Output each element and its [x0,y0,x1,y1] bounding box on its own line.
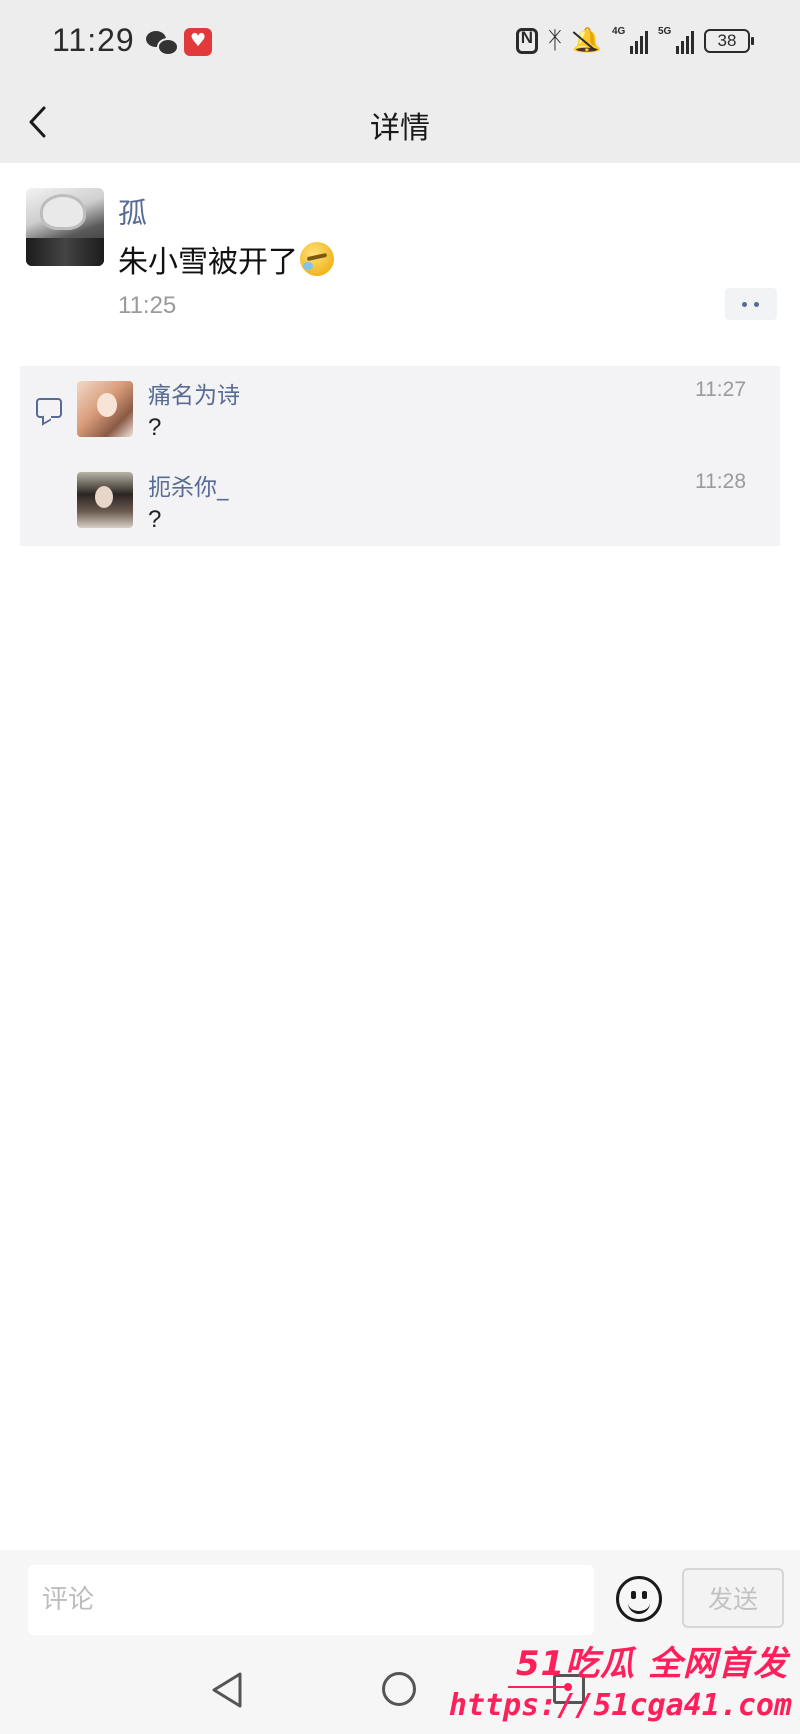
app-notification-icon [184,28,212,56]
top-bar: 11:29 ᛡ 🔔 4G 5G 38 详情 [0,0,800,163]
nav-home-circle-icon[interactable] [382,1672,416,1706]
signal-4g-icon: 4G [612,26,648,54]
notification-icons [146,28,212,56]
emoji-button[interactable] [616,1576,662,1622]
battery-indicator: 38 [704,29,754,53]
mute-bell-icon: 🔔 [572,27,602,54]
comment-input-bar: 发送 [0,1550,800,1650]
comment-input[interactable] [28,1565,594,1635]
nav-back-triangle-icon[interactable] [210,1670,244,1710]
watermark-brand: 51吃瓜 全网首发 [515,1644,788,1684]
comment-text: ? [148,506,162,533]
comment-time: 11:27 [695,378,746,401]
crying-face-icon [300,242,334,276]
commenter-avatar[interactable] [77,472,133,528]
comment-icon [36,398,62,418]
watermark-url: https://51cga41.com [448,1688,792,1723]
wechat-icon [146,29,179,56]
author-avatar[interactable] [26,188,104,266]
status-time: 11:29 [52,22,135,58]
system-icons: ᛡ 🔔 4G 5G 38 [515,26,754,54]
post-author-name[interactable]: 孤 [118,190,147,232]
comments-section: 痛名为诗 ? 11:27 扼杀你_ ? 11:28 [20,366,780,546]
bluetooth-icon: ᛡ [547,27,563,54]
page-title: 详情 [370,111,430,146]
commenter-avatar[interactable] [77,381,133,437]
comment-time: 11:28 [695,470,746,493]
post-time: 11:25 [118,292,177,319]
post-content: 朱小雪被开了 [118,237,334,281]
watermark: 51吃瓜 全网首发 https://51cga41.com [449,1636,800,1734]
nfc-icon [515,28,538,54]
commenter-name[interactable]: 痛名为诗 [148,376,240,410]
signal-5g-icon: 5G [658,26,694,54]
comment-text: ? [148,414,162,441]
post-text: 朱小雪被开了 [118,245,298,280]
commenter-name[interactable]: 扼杀你_ [148,468,229,502]
send-button[interactable]: 发送 [682,1568,784,1628]
more-options-button[interactable] [725,288,777,320]
